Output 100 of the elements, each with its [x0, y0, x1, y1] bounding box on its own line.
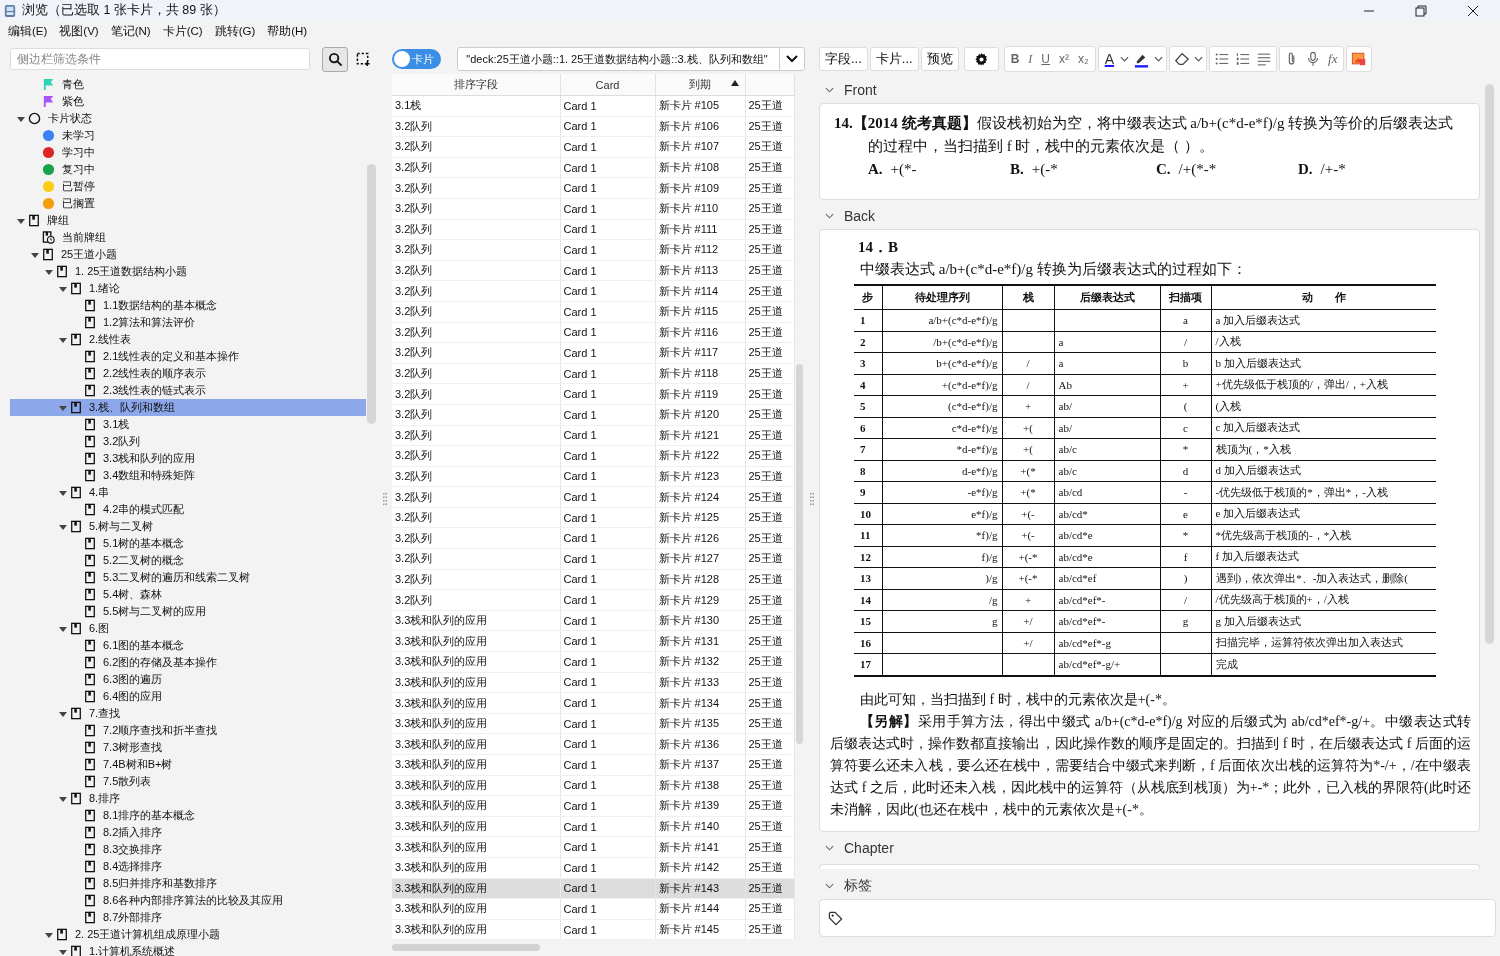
- splitter-grip[interactable]: [810, 492, 814, 505]
- table-row[interactable]: 3.2队列 Card 1 新卡片 #126 25王道: [392, 527, 794, 549]
- tree-item[interactable]: 7.4B树和B+树: [10, 756, 366, 773]
- tree-item[interactable]: 牌组: [10, 212, 366, 229]
- table-row[interactable]: 3.3栈和队列的应用 Card 1 新卡片 #130 25王道: [392, 610, 794, 631]
- tree-item[interactable]: 8.5归并排序和基数排序: [10, 875, 366, 892]
- search-field[interactable]: 侧边栏筛选条件: [10, 48, 310, 70]
- tree-item[interactable]: 紫色: [10, 93, 366, 110]
- tree-item[interactable]: 2.线性表: [10, 331, 366, 348]
- tree-item[interactable]: 1.计算机系统概述: [10, 943, 366, 956]
- tree-item[interactable]: 7.3树形查找: [10, 739, 366, 756]
- tree-item[interactable]: 未学习: [10, 127, 366, 144]
- table-row[interactable]: 3.2队列 Card 1 新卡片 #108 25王道: [392, 157, 794, 178]
- table-row[interactable]: 3.2队列 Card 1 新卡片 #109 25王道: [392, 177, 794, 199]
- field-header[interactable]: 标签: [819, 876, 1496, 896]
- column-header[interactable]: 到期: [655, 74, 745, 96]
- image-occlusion-icon[interactable]: [1351, 51, 1368, 67]
- tree-item[interactable]: 7.5散列表: [10, 773, 366, 790]
- table-row[interactable]: 3.3栈和队列的应用 Card 1 新卡片 #141 25王道: [392, 836, 794, 858]
- table-row[interactable]: 3.3栈和队列的应用 Card 1 新卡片 #137 25王道: [392, 754, 794, 776]
- tree-item[interactable]: 青色: [10, 76, 366, 93]
- tree-item[interactable]: 4.2串的模式匹配: [10, 501, 366, 518]
- scrollbar-thumb[interactable]: [392, 944, 540, 951]
- tree-item[interactable]: 1.1数据结构的基本概念: [10, 297, 366, 314]
- menu-item[interactable]: 视图(V): [59, 23, 99, 39]
- tree-item[interactable]: 5.4树、森林: [10, 586, 366, 603]
- tree-item[interactable]: 学习中: [10, 144, 366, 161]
- caret-icon[interactable]: [1120, 56, 1130, 62]
- table-row[interactable]: 3.3栈和队列的应用 Card 1 新卡片 #144 25王道: [392, 898, 794, 920]
- tree-item[interactable]: 8.2插入排序: [10, 824, 366, 841]
- tree-item[interactable]: 25王道小题: [10, 246, 366, 263]
- table-row[interactable]: 3.3栈和队列的应用 Card 1 新卡片 #132 25王道: [392, 651, 794, 673]
- column-header[interactable]: Card: [560, 74, 655, 96]
- menu-item[interactable]: 卡片(C): [162, 23, 203, 39]
- table-row[interactable]: 3.3栈和队列的应用 Card 1 新卡片 #131 25王道: [392, 630, 794, 652]
- table-row[interactable]: 3.3栈和队列的应用 Card 1 新卡片 #142 25王道: [392, 857, 794, 879]
- tree-item[interactable]: 已搁置: [10, 195, 366, 212]
- tree-item[interactable]: 1. 25王道数据结构小题: [10, 263, 366, 280]
- tree-item[interactable]: 6.2图的存储及基本操作: [10, 654, 366, 671]
- table-row[interactable]: 3.2队列 Card 1 新卡片 #116 25王道: [392, 322, 794, 343]
- splitter-grip[interactable]: [383, 492, 387, 505]
- table-row[interactable]: 3.2队列 Card 1 新卡片 #125 25王道: [392, 507, 794, 528]
- settings-button[interactable]: [963, 47, 999, 71]
- field-header[interactable]: Front: [819, 80, 1480, 100]
- scrollbar-thumb[interactable]: [1485, 84, 1494, 644]
- table-row[interactable]: 3.3栈和队列的应用 Card 1 新卡片 #145 25王道: [392, 919, 794, 940]
- tree-item[interactable]: 5.1树的基本概念: [10, 535, 366, 552]
- table-row[interactable]: 3.2队列 Card 1 新卡片 #124 25王道: [392, 486, 794, 508]
- tree-item[interactable]: 3.3栈和队列的应用: [10, 450, 366, 467]
- table-row[interactable]: 3.2队列 Card 1 新卡片 #118 25王道: [392, 363, 794, 384]
- tree-item[interactable]: 3.4数组和特殊矩阵: [10, 467, 366, 484]
- tree-item[interactable]: 5.2二叉树的概念: [10, 552, 366, 569]
- field-header[interactable]: Chapter: [819, 837, 1480, 858]
- table-row[interactable]: 3.2队列 Card 1 新卡片 #115 25王道: [392, 301, 794, 323]
- tree-item[interactable]: 8.6各种内部排序算法的比较及其应用: [10, 892, 366, 909]
- tree-item[interactable]: 6.3图的遍历: [10, 671, 366, 688]
- tree-item[interactable]: 8.3交换排序: [10, 841, 366, 858]
- table-row[interactable]: 3.3栈和队列的应用 Card 1 新卡片 #133 25王道: [392, 672, 794, 693]
- field-header[interactable]: Back: [819, 206, 1480, 226]
- tree-item[interactable]: 3.1栈: [10, 416, 366, 433]
- tree-item[interactable]: 已暂停: [10, 178, 366, 195]
- align-icon[interactable]: [1256, 51, 1273, 67]
- tree-item[interactable]: 7.查找: [10, 705, 366, 722]
- tree-item[interactable]: 7.2顺序查找和折半查找: [10, 722, 366, 739]
- table-row[interactable]: 3.2队列 Card 1 新卡片 #111 25王道: [392, 219, 794, 240]
- table-row[interactable]: 3.2队列 Card 1 新卡片 #117 25王道: [392, 342, 794, 364]
- table-row[interactable]: 3.3栈和队列的应用 Card 1 新卡片 #134 25王道: [392, 692, 794, 714]
- table-row[interactable]: 3.1栈 Card 1 新卡片 #105 25王道: [392, 95, 794, 117]
- tree-item[interactable]: 5.5树与二叉树的应用: [10, 603, 366, 620]
- table-row[interactable]: 3.2队列 Card 1 新卡片 #119 25王道: [392, 383, 794, 405]
- tree-item[interactable]: 6.图: [10, 620, 366, 637]
- tree-item[interactable]: 6.1图的基本概念: [10, 637, 366, 654]
- restore-icon[interactable]: [1415, 4, 1427, 17]
- menu-item[interactable]: 跳转(G): [214, 23, 256, 39]
- caret-icon[interactable]: [1194, 56, 1204, 62]
- table-row[interactable]: 3.2队列 Card 1 新卡片 #121 25王道: [392, 425, 794, 446]
- tree-item[interactable]: 2.3线性表的链式表示: [10, 382, 366, 399]
- toolbar-button[interactable]: 预览: [920, 47, 959, 71]
- field-editor[interactable]: 14.【2014 统考真题】假设栈初始为空，将中缀表达式 a/b+(c*d-e*f)/g 转换为等价的后缀表达式的过程中，当扫描到 f 时，栈中的元素依次是（ ）。 A. +(*- B. +(-* C. /+(*-* D. /+-*: [819, 103, 1480, 200]
- tree-item[interactable]: 6.4图的应用: [10, 688, 366, 705]
- table-row[interactable]: 3.2队列 Card 1 新卡片 #120 25王道: [392, 404, 794, 425]
- tree-item[interactable]: 3.2队列: [10, 433, 366, 450]
- tree-item[interactable]: 1.2算法和算法评价: [10, 314, 366, 331]
- table-row[interactable]: 3.2队列 Card 1 新卡片 #129 25王道: [392, 589, 794, 611]
- scrollbar-thumb[interactable]: [367, 164, 376, 424]
- eraser-icon[interactable]: [1174, 51, 1191, 67]
- tree-item[interactable]: 1.绪论: [10, 280, 366, 297]
- scrollbar-thumb[interactable]: [796, 364, 803, 744]
- table-row[interactable]: 3.3栈和队列的应用 Card 1 新卡片 #135 25王道: [392, 713, 794, 734]
- menu-item[interactable]: 帮助(H): [267, 23, 308, 39]
- tag-field[interactable]: [819, 899, 1496, 937]
- menu-item[interactable]: 编辑(E): [8, 23, 48, 39]
- select-area-icon[interactable]: [356, 51, 371, 67]
- field-editor[interactable]: [819, 229, 1480, 832]
- close-icon[interactable]: [1467, 4, 1479, 17]
- table-row[interactable]: 3.3栈和队列的应用 Card 1 新卡片 #138 25王道: [392, 775, 794, 796]
- search-combobox[interactable]: "deck:25王道小题::1. 25王道数据结构小题::3.栈、队列和数组": [457, 47, 805, 71]
- table-row[interactable]: 3.2队列 Card 1 新卡片 #122 25王道: [392, 445, 794, 467]
- bullet-list-icon[interactable]: [1214, 51, 1231, 67]
- table-row[interactable]: 3.2队列 Card 1 新卡片 #106 25王道: [392, 116, 794, 137]
